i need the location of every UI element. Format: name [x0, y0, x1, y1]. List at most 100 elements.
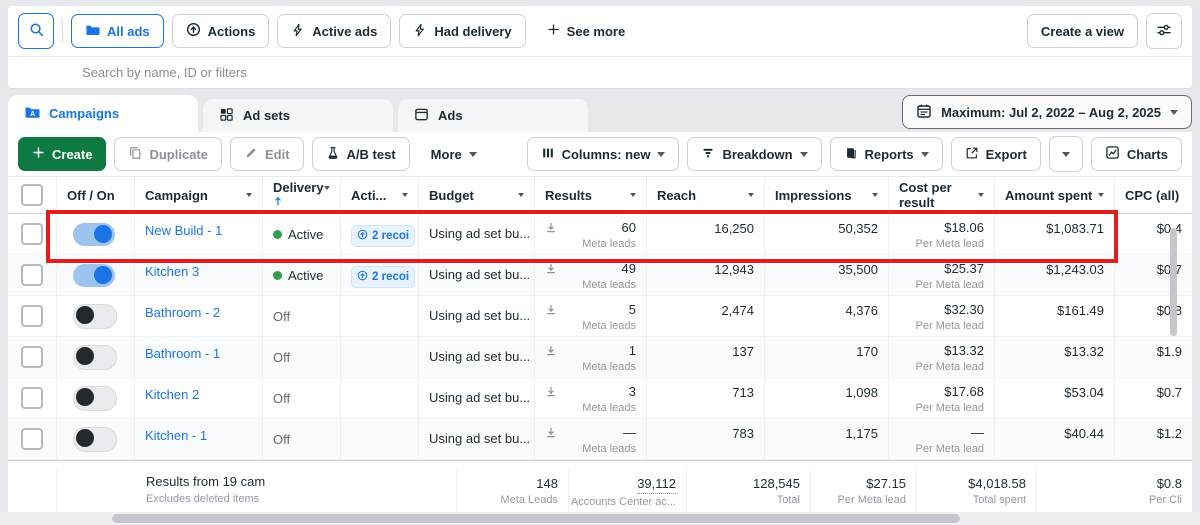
totals-cpc-cell: $0.8 Per Cli	[1036, 470, 1192, 512]
row-checkbox[interactable]	[21, 223, 43, 245]
delivery-cell: Off	[262, 419, 340, 459]
more-button[interactable]: More	[418, 137, 490, 171]
header-label: Campaign	[145, 187, 208, 203]
header-cost-per-result[interactable]: Cost per result	[888, 177, 994, 213]
reach-cell: 713	[646, 378, 764, 418]
search-button[interactable]	[18, 13, 54, 49]
impressions-value: 170	[856, 344, 878, 359]
download-icon[interactable]	[545, 427, 557, 442]
impressions-value: 50,352	[838, 221, 878, 236]
totals-subtitle: Excludes deleted items	[146, 493, 260, 505]
campaign-cell: Kitchen - 1	[134, 419, 262, 459]
duplicate-button[interactable]: Duplicate	[114, 137, 222, 171]
export-options-button[interactable]	[1048, 136, 1083, 172]
reach-cell: 16,250	[646, 214, 764, 254]
breakdown-button[interactable]: Breakdown	[687, 137, 822, 171]
download-icon[interactable]	[545, 386, 557, 401]
edit-label: Edit	[264, 146, 290, 162]
tab-ad-sets[interactable]: Ad sets	[203, 99, 393, 132]
download-icon[interactable]	[545, 263, 557, 278]
campaign-name-link[interactable]: Kitchen 2	[145, 382, 199, 402]
download-icon[interactable]	[545, 222, 557, 237]
row-select-cell	[8, 337, 56, 377]
campaign-toggle[interactable]	[73, 222, 115, 246]
select-all-checkbox[interactable]	[21, 184, 43, 206]
create-button[interactable]: Create	[18, 137, 107, 171]
totals-cost-cell: $27.15 Per Meta lead	[810, 470, 916, 512]
campaign-toggle[interactable]	[73, 263, 115, 287]
totals-impressions-cell: 128,545 Total	[686, 470, 810, 512]
campaign-name-link[interactable]: New Build - 1	[145, 218, 222, 238]
filter-all-ads[interactable]: All ads	[71, 14, 164, 48]
cost-value: $13.32	[944, 343, 984, 358]
download-icon[interactable]	[545, 304, 557, 319]
filter-actions[interactable]: Actions	[171, 14, 270, 48]
campaign-name-link[interactable]: Bathroom - 2	[145, 300, 220, 320]
header-actions[interactable]: Acti...	[340, 177, 418, 213]
tab-campaigns[interactable]: A Campaigns	[8, 95, 198, 132]
results-sub: Meta leads	[582, 402, 636, 415]
tab-ads[interactable]: Ads	[398, 99, 588, 132]
delivery-cell: Off	[262, 337, 340, 377]
recommendations-cell	[340, 419, 418, 459]
recommendations-badge[interactable]: 2 recoi	[351, 225, 416, 247]
charts-button[interactable]: Charts	[1090, 137, 1182, 171]
export-button[interactable]: Export	[950, 137, 1041, 171]
download-icon[interactable]	[545, 345, 557, 360]
campaign-toggle[interactable]	[73, 303, 117, 329]
vertical-scrollbar-thumb[interactable]	[1170, 228, 1177, 336]
columns-button[interactable]: Columns: new	[526, 137, 680, 171]
header-reach[interactable]: Reach	[646, 177, 764, 213]
plus-icon	[547, 23, 560, 39]
ads-manager-page: All ads Actions Active ads Had delivery …	[0, 0, 1200, 525]
header-campaign[interactable]: Campaign	[134, 177, 262, 213]
view-settings-button[interactable]	[1146, 13, 1182, 49]
header-budget[interactable]: Budget	[418, 177, 534, 213]
reach-value: 137	[732, 344, 754, 359]
campaign-toggle[interactable]	[73, 344, 117, 370]
cost-value: $32.30	[944, 302, 984, 317]
horizontal-scrollbar-thumb[interactable]	[112, 514, 960, 523]
reports-button[interactable]: Reports	[829, 137, 943, 171]
impressions-cell: 1,098	[764, 378, 888, 418]
date-range-button[interactable]: Maximum: Jul 2, 2022 – Aug 2, 2025	[902, 95, 1192, 129]
results-value: 60	[621, 220, 636, 235]
campaign-cell: Bathroom - 1	[134, 337, 262, 377]
see-more-button[interactable]: See more	[534, 14, 639, 48]
recommendations-badge[interactable]: 2 recoi	[351, 266, 416, 288]
off-on-cell	[56, 296, 134, 336]
magnifier-icon	[29, 22, 44, 40]
row-checkbox[interactable]	[21, 346, 43, 368]
ab-test-button[interactable]: A/B test	[311, 137, 410, 171]
impressions-value: 1,098	[845, 385, 878, 400]
tab-label: Ad sets	[243, 108, 290, 123]
row-checkbox[interactable]	[21, 428, 43, 450]
campaign-toggle[interactable]	[73, 426, 117, 452]
filter-had-delivery[interactable]: Had delivery	[399, 14, 526, 48]
create-view-button[interactable]: Create a view	[1026, 14, 1138, 48]
recommendations-cell	[340, 296, 418, 336]
cost-sub: Per Meta lead	[915, 361, 984, 374]
recommendations-cell	[340, 337, 418, 377]
campaign-name-link[interactable]: Kitchen 3	[145, 259, 199, 279]
campaign-name-link[interactable]: Bathroom - 1	[145, 341, 220, 361]
row-checkbox[interactable]	[21, 264, 43, 286]
header-delivery[interactable]: Delivery	[262, 177, 340, 213]
row-checkbox[interactable]	[21, 305, 43, 327]
filter-active-ads[interactable]: Active ads	[277, 14, 392, 48]
edit-button[interactable]: Edit	[229, 137, 304, 171]
impressions-cell: 4,376	[764, 296, 888, 336]
campaign-name-link[interactable]: Kitchen - 1	[145, 423, 207, 443]
campaign-toggle[interactable]	[73, 385, 117, 411]
search-input[interactable]	[18, 64, 1182, 81]
cpc-cell: $1.9	[1114, 337, 1192, 377]
row-checkbox[interactable]	[21, 387, 43, 409]
spent-value: $40.44	[1064, 426, 1104, 441]
header-impressions[interactable]: Impressions	[764, 177, 888, 213]
header-results[interactable]: Results	[534, 177, 646, 213]
header-label: Cost per result	[899, 180, 952, 210]
header-amount-spent[interactable]: Amount spent	[994, 177, 1114, 213]
chevron-down-icon	[324, 186, 330, 191]
reach-value: 713	[732, 385, 754, 400]
header-cpc[interactable]: CPC (all)	[1114, 177, 1192, 213]
